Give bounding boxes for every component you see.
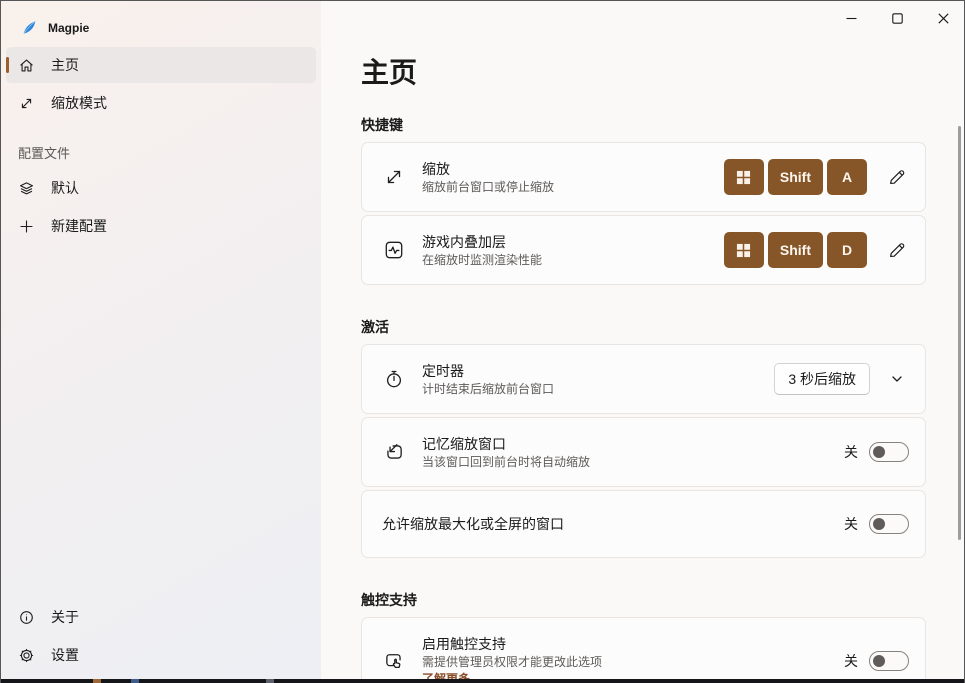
sidebar-item-about[interactable]: 关于 — [6, 599, 316, 635]
toggle-knob — [873, 518, 885, 530]
app-title-row: Magpie — [1, 1, 321, 37]
allow-maximized-toggle[interactable] — [869, 514, 909, 534]
card-title: 启用触控支持 — [422, 636, 506, 652]
resize-diagonal-icon — [382, 165, 406, 189]
card-subtitle: 需提供管理员权限才能更改此选项 — [422, 655, 603, 669]
shortcut-key: Shift — [767, 232, 823, 268]
toggle-group: 关 — [844, 651, 909, 671]
card-subtitle: 在缩放时监测渲染性能 — [422, 252, 543, 267]
card-zoom-shortcut: 缩放 缩放前台窗口或停止缩放 Shift A — [361, 142, 926, 212]
sidebar: Magpie 主页 缩放模式 配置文件 默认 新建配置 关于 设置 — [1, 1, 321, 683]
home-icon — [18, 57, 35, 74]
shortcut-key: Shift — [767, 159, 823, 195]
toggle-group: 关 — [844, 514, 909, 534]
layers-icon — [18, 180, 35, 197]
card-title: 缩放 — [422, 160, 450, 177]
card-title: 记忆缩放窗口 — [422, 435, 506, 452]
edit-shortcut-button[interactable] — [885, 165, 909, 189]
sidebar-item-label: 默认 — [51, 180, 79, 196]
windows-logo-key — [723, 232, 764, 268]
performance-overlay-icon — [382, 238, 406, 262]
sidebar-item-label: 设置 — [51, 647, 79, 663]
sidebar-item-label: 缩放模式 — [51, 95, 107, 111]
card-text: 启用触控支持 需提供管理员权限才能更改此选项 了解更多 — [422, 622, 844, 683]
plus-icon — [18, 218, 35, 235]
timer-delay-dropdown[interactable]: 3 秒后缩放 — [774, 363, 870, 395]
toggle-state-label: 关 — [844, 516, 858, 532]
section-header-activation: 激活 — [361, 319, 389, 335]
sidebar-item-home[interactable]: 主页 — [6, 47, 316, 83]
chevron-down-icon[interactable] — [885, 367, 909, 391]
section-header-shortcuts: 快捷键 — [361, 117, 403, 133]
resize-diagonal-icon — [18, 95, 35, 112]
sidebar-item-settings[interactable]: 设置 — [6, 637, 316, 673]
timer-icon — [382, 367, 406, 391]
window-caption-controls — [828, 1, 964, 36]
toggle-knob — [873, 446, 885, 458]
taskbar-strip — [1, 679, 964, 683]
card-title: 允许缩放最大化或全屏的窗口 — [382, 516, 564, 532]
close-button[interactable] — [920, 1, 964, 36]
magpie-logo-icon — [21, 19, 38, 36]
card-text: 允许缩放最大化或全屏的窗口 — [382, 502, 844, 546]
card-remember-window: 记忆缩放窗口 当该窗口回到前台时将自动缩放 关 — [361, 417, 926, 487]
toggle-state-label: 关 — [844, 653, 858, 669]
windows-logo-key — [723, 159, 764, 195]
sidebar-footer: 关于 设置 — [1, 597, 321, 675]
card-touch-support: 启用触控支持 需提供管理员权限才能更改此选项 了解更多 关 — [361, 617, 926, 683]
main-area: 主页 快捷键 缩放 缩放前台窗口或停止缩放 Shift A 游戏内叠加层 在缩放… — [321, 1, 964, 683]
timer-dropdown-group: 3 秒后缩放 — [774, 363, 909, 395]
gear-icon — [18, 647, 35, 664]
taskbar-icon — [266, 679, 274, 683]
shortcut-keys: Shift D — [723, 232, 867, 268]
touch-support-toggle[interactable] — [869, 651, 909, 671]
card-text: 游戏内叠加层 在缩放时监测渲染性能 — [422, 220, 724, 281]
sidebar-item-label: 新建配置 — [51, 218, 107, 234]
edit-shortcut-button[interactable] — [885, 238, 909, 262]
sidebar-nav: 主页 缩放模式 配置文件 默认 新建配置 — [1, 47, 321, 244]
card-text: 定时器 计时结束后缩放前台窗口 — [422, 349, 774, 410]
card-title: 游戏内叠加层 — [422, 233, 506, 250]
sidebar-item-scaling-modes[interactable]: 缩放模式 — [6, 85, 316, 121]
card-overlay-shortcut: 游戏内叠加层 在缩放时监测渲染性能 Shift D — [361, 215, 926, 285]
sidebar-item-default-profile[interactable]: 默认 — [6, 170, 316, 206]
info-icon — [18, 609, 35, 626]
card-title: 定时器 — [422, 362, 464, 379]
taskbar-icon — [131, 679, 139, 683]
card-allow-maximized: 允许缩放最大化或全屏的窗口 关 — [361, 490, 926, 558]
sidebar-item-label: 主页 — [51, 57, 79, 73]
remember-window-toggle[interactable] — [869, 442, 909, 462]
shortcut-keys: Shift A — [723, 159, 867, 195]
vertical-scrollbar[interactable] — [958, 126, 961, 540]
window-restore-arrow-icon — [382, 440, 406, 464]
shortcut-key: A — [827, 159, 867, 195]
taskbar-icon — [93, 679, 101, 683]
app-title: Magpie — [48, 20, 90, 35]
page-content: 主页 快捷键 缩放 缩放前台窗口或停止缩放 Shift A 游戏内叠加层 在缩放… — [321, 1, 964, 683]
shortcut-key: D — [827, 232, 867, 268]
card-timer: 定时器 计时结束后缩放前台窗口 3 秒后缩放 — [361, 344, 926, 414]
maximize-button[interactable] — [874, 1, 920, 36]
touch-icon — [382, 649, 406, 673]
sidebar-item-new-profile[interactable]: 新建配置 — [6, 208, 316, 244]
section-header-touch: 触控支持 — [361, 592, 417, 608]
minimize-button[interactable] — [828, 1, 874, 36]
magpie-window: Magpie 主页 缩放模式 配置文件 默认 新建配置 关于 设置 主页 快捷键… — [0, 0, 965, 683]
card-subtitle: 当该窗口回到前台时将自动缩放 — [422, 454, 591, 469]
toggle-group: 关 — [844, 442, 909, 462]
sidebar-item-label: 关于 — [51, 609, 79, 625]
card-subtitle: 计时结束后缩放前台窗口 — [422, 381, 555, 396]
toggle-state-label: 关 — [844, 444, 858, 460]
profiles-section-label: 配置文件 — [18, 146, 71, 161]
toggle-knob — [873, 655, 885, 667]
page-title: 主页 — [361, 57, 418, 88]
card-text: 记忆缩放窗口 当该窗口回到前台时将自动缩放 — [422, 422, 844, 483]
card-text: 缩放 缩放前台窗口或停止缩放 — [422, 147, 724, 208]
card-subtitle: 缩放前台窗口或停止缩放 — [422, 179, 555, 194]
